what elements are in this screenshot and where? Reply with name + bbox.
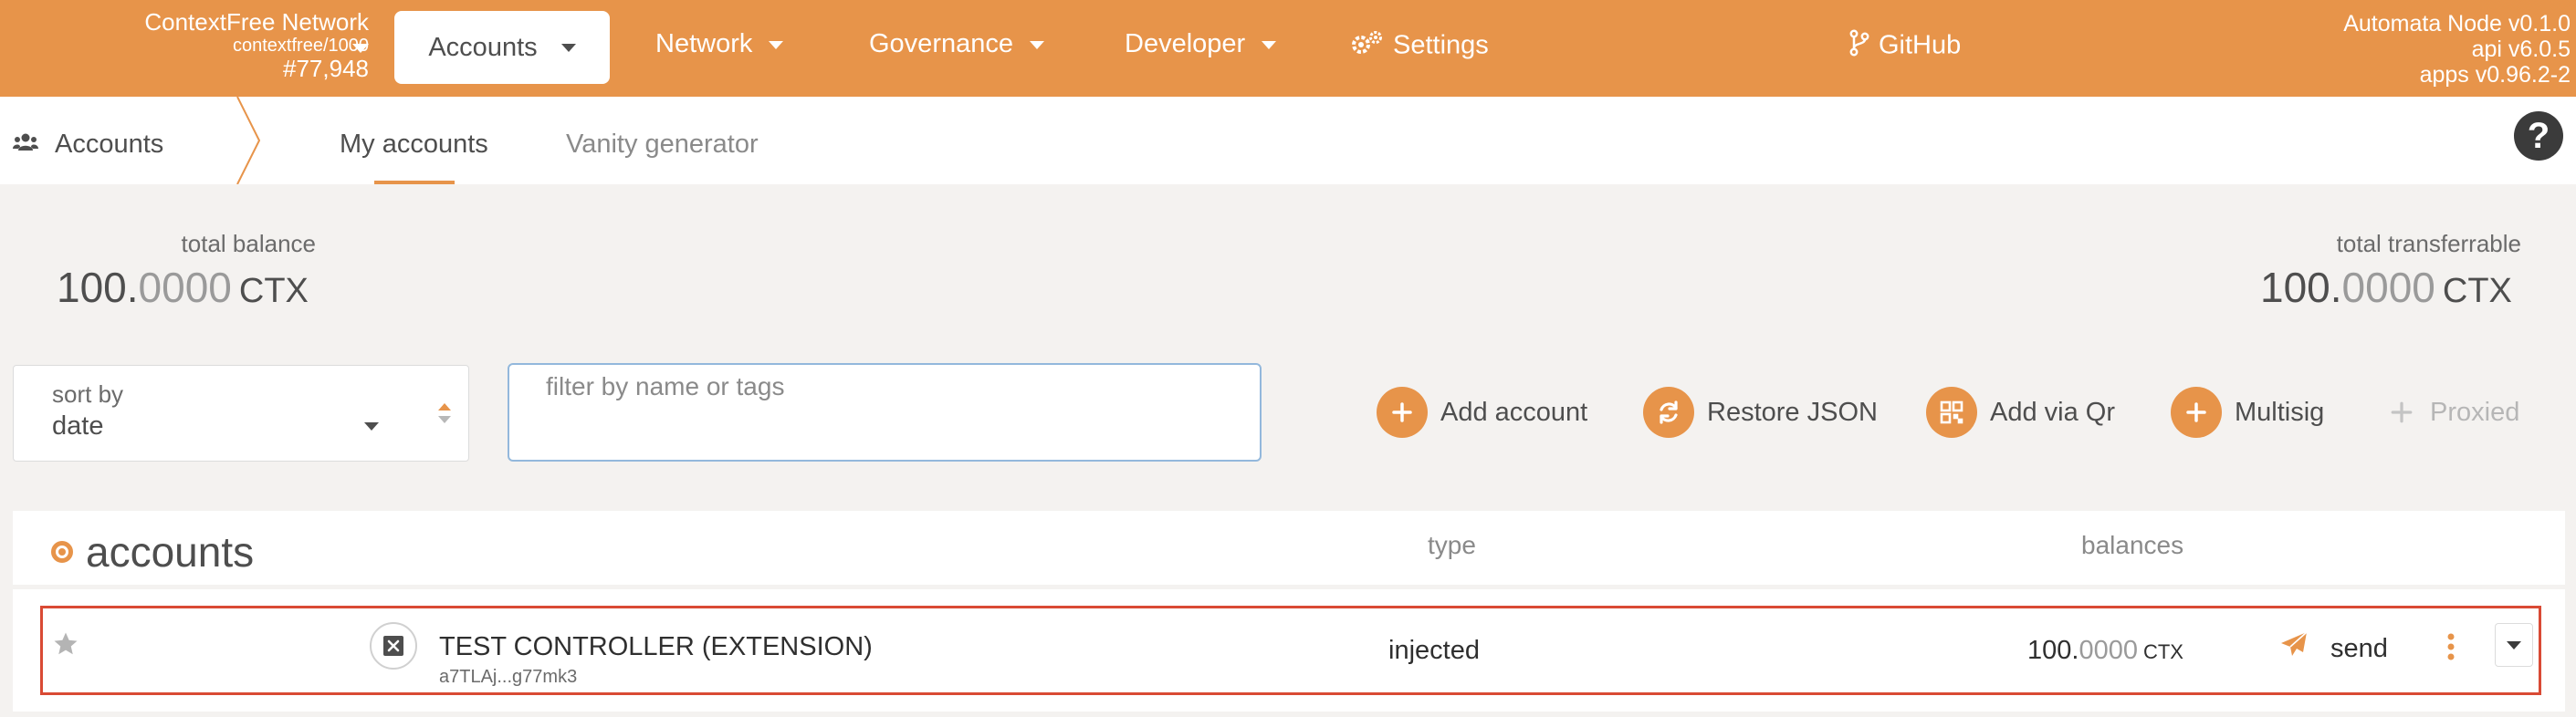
- total-balance-label: total balance: [181, 230, 316, 257]
- node-version: Automata Node v0.1.0: [2343, 11, 2571, 36]
- breadcrumb-divider: [236, 96, 263, 189]
- users-icon: [13, 130, 38, 160]
- table-title: accounts: [51, 527, 254, 577]
- chevron-down-icon: [769, 40, 784, 49]
- column-type: type: [1428, 531, 1476, 559]
- top-nav-bar: ContextFree Network contextfree/1000 #77…: [0, 0, 2576, 97]
- nav-settings[interactable]: Settings: [1349, 29, 1489, 64]
- sub-nav-bar: Accounts My accounts Vanity generator: [0, 96, 2576, 185]
- chain-name: ContextFree Network: [144, 8, 369, 36]
- add-via-qr-button[interactable]: Add via Qr: [1926, 387, 2115, 438]
- accounts-table-header: accounts type balances: [13, 511, 2565, 587]
- add-account-label: Add account: [1440, 397, 1588, 427]
- star-icon[interactable]: [52, 630, 79, 662]
- plus-icon: [1377, 387, 1428, 438]
- nav-settings-label: Settings: [1393, 30, 1489, 60]
- account-name[interactable]: TEST CONTROLLER (EXTENSION): [439, 632, 873, 662]
- chevron-down-icon[interactable]: [352, 44, 369, 53]
- total-transferrable-value: 100.0000 CTX: [2260, 263, 2512, 312]
- active-tab-indicator: [374, 181, 455, 184]
- nav-network[interactable]: Network: [655, 29, 784, 59]
- table-row: TEST CONTROLLER (EXTENSION) a7TLAj...g77…: [40, 606, 2541, 695]
- proxied-button[interactable]: Proxied: [2390, 387, 2519, 438]
- nav-accounts-label: Accounts: [428, 32, 538, 62]
- plus-icon: [2171, 387, 2222, 438]
- sort-order-icon[interactable]: [435, 400, 454, 431]
- sort-dropdown[interactable]: sort by date: [13, 365, 469, 462]
- send-button[interactable]: send: [2279, 630, 2388, 667]
- add-via-qr-label: Add via Qr: [1990, 397, 2115, 427]
- sync-icon: [1643, 387, 1694, 438]
- tab-vanity-generator[interactable]: Vanity generator: [566, 130, 759, 160]
- add-account-button[interactable]: Add account: [1377, 387, 1587, 438]
- chevron-down-icon: [1262, 40, 1277, 49]
- chevron-down-icon: [364, 422, 379, 431]
- proxied-label: Proxied: [2430, 397, 2520, 427]
- column-balances: balances: [2081, 531, 2184, 559]
- restore-json-button[interactable]: Restore JSON: [1643, 387, 1878, 438]
- multisig-label: Multisig: [2235, 397, 2325, 427]
- chevron-down-icon: [2507, 640, 2521, 649]
- chevron-down-icon: [560, 43, 576, 52]
- account-identicon[interactable]: [370, 622, 417, 670]
- account-balance-int: 100.: [2027, 636, 2079, 665]
- sort-value: date: [52, 411, 104, 441]
- nav-github[interactable]: GitHub: [1849, 29, 1961, 64]
- total-balance-int: 100.: [57, 264, 139, 311]
- total-balance-value: 100.0000 CTX: [57, 263, 309, 312]
- dot-circle-icon: [51, 541, 73, 563]
- sort-label: sort by: [52, 380, 124, 408]
- nav-developer[interactable]: Developer: [1125, 29, 1277, 59]
- total-transferrable-dec: 0000: [2341, 264, 2435, 311]
- nav-github-label: GitHub: [1879, 30, 1962, 60]
- chain-selector[interactable]: ContextFree Network contextfree/1000 #77…: [144, 9, 369, 81]
- filter-input[interactable]: [546, 370, 1240, 403]
- restore-json-label: Restore JSON: [1707, 397, 1878, 427]
- multisig-button[interactable]: Multisig: [2171, 387, 2324, 438]
- nav-developer-label: Developer: [1125, 29, 1246, 58]
- chevron-down-icon: [1030, 40, 1044, 49]
- nav-accounts[interactable]: Accounts: [394, 11, 610, 84]
- account-type: injected: [1388, 636, 1480, 665]
- total-transferrable-unit: CTX: [2442, 272, 2512, 310]
- account-address[interactable]: a7TLAj...g77mk3: [439, 667, 577, 688]
- kebab-menu-icon[interactable]: [2445, 632, 2456, 666]
- paper-plane-icon: [2279, 630, 2309, 667]
- table-title-text: accounts: [86, 528, 255, 576]
- version-info: Automata Node v0.1.0 api v6.0.5 apps v0.…: [2343, 11, 2571, 88]
- account-balance[interactable]: 100.0000 CTX: [2027, 636, 2183, 666]
- nav-network-label: Network: [655, 29, 753, 58]
- help-button[interactable]: ?: [2514, 111, 2563, 161]
- filter-field[interactable]: [508, 363, 1262, 462]
- chain-sub: contextfree/1000: [233, 35, 369, 56]
- section-title: Accounts: [55, 130, 164, 159]
- tab-my-accounts[interactable]: My accounts: [340, 130, 488, 160]
- total-balance-unit: CTX: [238, 272, 309, 310]
- nav-governance[interactable]: Governance: [869, 29, 1044, 59]
- expand-row-button[interactable]: [2495, 623, 2533, 667]
- total-transferrable-label: total transferrable: [2336, 230, 2521, 257]
- plus-icon: [2390, 387, 2417, 438]
- breadcrumb: Accounts: [13, 130, 163, 160]
- qrcode-icon: [1926, 387, 1977, 438]
- gears-icon: [1349, 29, 1384, 64]
- code-branch-icon: [1849, 29, 1869, 64]
- account-balance-dec: 0000: [2079, 636, 2138, 665]
- nav-governance-label: Governance: [869, 29, 1013, 58]
- total-balance-dec: 0000: [138, 264, 232, 311]
- send-label: send: [2330, 633, 2388, 663]
- account-balance-unit: CTX: [2142, 640, 2183, 663]
- total-transferrable-int: 100.: [2260, 264, 2342, 311]
- api-version: api v6.0.5: [2471, 36, 2571, 62]
- apps-version: apps v0.96.2-2: [2419, 62, 2571, 88]
- block-number: #77,948: [283, 54, 369, 82]
